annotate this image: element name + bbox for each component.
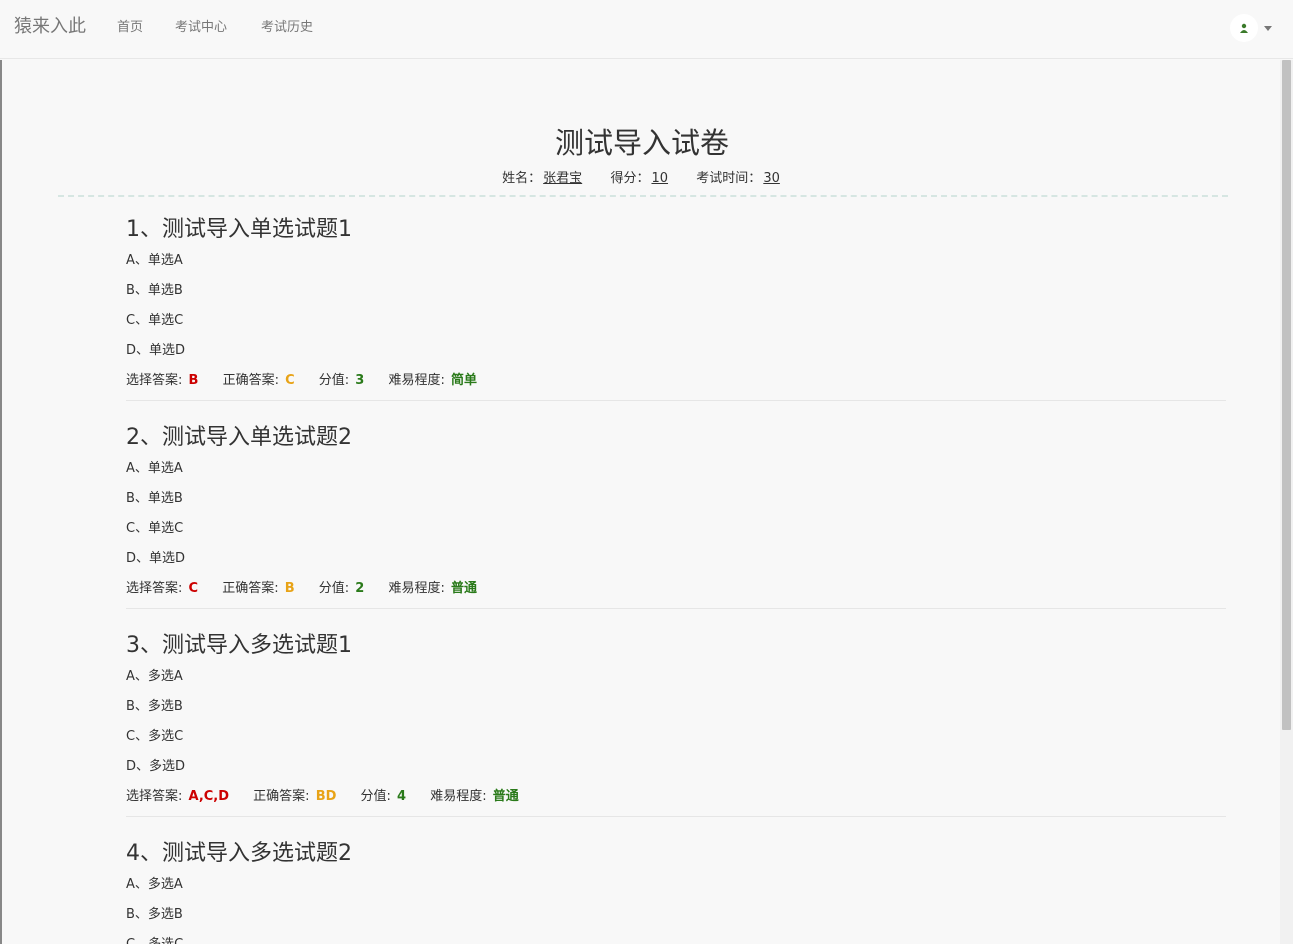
correct-answer: B: [284, 581, 295, 596]
vertical-scrollbar[interactable]: [1280, 60, 1293, 944]
difficulty-label: 难易程度:: [388, 581, 449, 596]
exam-meta: 姓名： 张君宝 得分： 10 考试时间： 30: [2, 167, 1280, 186]
time-value: 30: [763, 171, 780, 186]
question-option: B、多选B: [126, 907, 183, 922]
answer-summary: 选择答案: A,C,D 正确答案: BD 分值: 4 难易程度: 普通: [126, 782, 1226, 812]
selected-answer: B: [188, 373, 199, 388]
header-divider: [58, 195, 1228, 197]
question-item: 3、测试导入多选试题1 A、多选A B、多选B C、多选C D、多选D 选择答案…: [126, 630, 1226, 817]
user-avatar[interactable]: [1230, 14, 1258, 42]
question-option: D、单选D: [126, 343, 186, 358]
top-navbar: 猿来入此 首页 考试中心 考试历史: [0, 0, 1293, 59]
question-divider: [126, 608, 1226, 609]
nav-exam-history-link[interactable]: 考试历史: [261, 16, 313, 35]
points-label: 分值:: [360, 789, 396, 804]
time-label: 考试时间：: [696, 171, 762, 186]
correct-answer-label: 正确答案:: [222, 581, 283, 596]
difficulty-label: 难易程度:: [388, 373, 449, 388]
points-label: 分值:: [318, 581, 354, 596]
selected-answer-label: 选择答案:: [126, 581, 187, 596]
score-value: 10: [651, 171, 669, 186]
question-divider: [126, 400, 1226, 401]
question-title: 1、测试导入单选试题1: [126, 217, 352, 242]
points-value: 3: [355, 373, 365, 388]
candidate-name: 张君宝: [543, 171, 583, 186]
correct-answer: BD: [315, 789, 337, 804]
difficulty-value: 普通: [492, 789, 519, 804]
question-divider: [126, 816, 1226, 817]
question-item: 2、测试导入单选试题2 A、单选A B、单选B C、单选C D、单选D 选择答案…: [126, 422, 1226, 609]
correct-answer-label: 正确答案:: [253, 789, 314, 804]
question-title: 2、测试导入单选试题2: [126, 425, 352, 450]
difficulty-label: 难易程度:: [430, 789, 491, 804]
question-option: A、单选A: [126, 461, 183, 476]
points-value: 4: [397, 789, 407, 804]
exam-paper-frame: 测试导入试卷 姓名： 张君宝 得分： 10 考试时间： 30 1、测试导入单选试题1 …: [0, 60, 1280, 944]
selected-answer: C: [188, 581, 199, 596]
answer-summary: 选择答案: C 正确答案: B 分值: 2 难易程度: 普通: [126, 574, 1226, 604]
question-option: B、单选B: [126, 283, 183, 298]
chevron-down-icon[interactable]: [1264, 26, 1272, 31]
question-option: C、单选C: [126, 521, 184, 536]
question-item: 1、测试导入单选试题1 A、单选A B、单选B C、单选C D、单选D 选择答案…: [126, 214, 1226, 401]
question-option: C、多选C: [126, 729, 184, 744]
points-label: 分值:: [318, 373, 354, 388]
question-option: C、多选C: [126, 930, 1226, 944]
selected-answer-label: 选择答案:: [126, 373, 187, 388]
question-option: B、单选B: [126, 491, 183, 506]
user-icon: [1240, 23, 1248, 33]
selected-answer-label: 选择答案:: [126, 789, 187, 804]
nav-exam-center-link[interactable]: 考试中心: [175, 16, 227, 35]
question-option: A、多选A: [126, 669, 183, 684]
points-value: 2: [355, 581, 365, 596]
score-label: 得分：: [610, 171, 650, 186]
correct-answer-label: 正确答案:: [222, 373, 284, 388]
page-title: 测试导入试卷: [554, 126, 729, 160]
question-title: 3、测试导入多选试题1: [126, 633, 352, 658]
brand-logo[interactable]: 猿来入此: [14, 12, 86, 38]
correct-answer: C: [285, 373, 295, 388]
selected-answer: A,C,D: [188, 789, 230, 804]
question-option: C、单选C: [126, 313, 184, 328]
scrollbar-thumb[interactable]: [1282, 60, 1291, 730]
difficulty-value: 普通: [451, 581, 478, 596]
difficulty-value: 简单: [451, 373, 478, 388]
nav-home-link[interactable]: 首页: [117, 16, 143, 35]
question-item: 4、测试导入多选试题2 A、多选A B、多选B C、多选C: [126, 838, 1226, 944]
question-option: D、多选D: [126, 759, 186, 774]
name-label: 姓名：: [502, 171, 542, 186]
question-option: D、单选D: [126, 551, 186, 566]
question-option: A、多选A: [126, 877, 183, 892]
question-title: 4、测试导入多选试题2: [126, 841, 352, 866]
answer-summary: 选择答案: B 正确答案: C 分值: 3 难易程度: 简单: [126, 366, 1226, 396]
question-option: A、单选A: [126, 253, 183, 268]
question-option: B、多选B: [126, 699, 183, 714]
